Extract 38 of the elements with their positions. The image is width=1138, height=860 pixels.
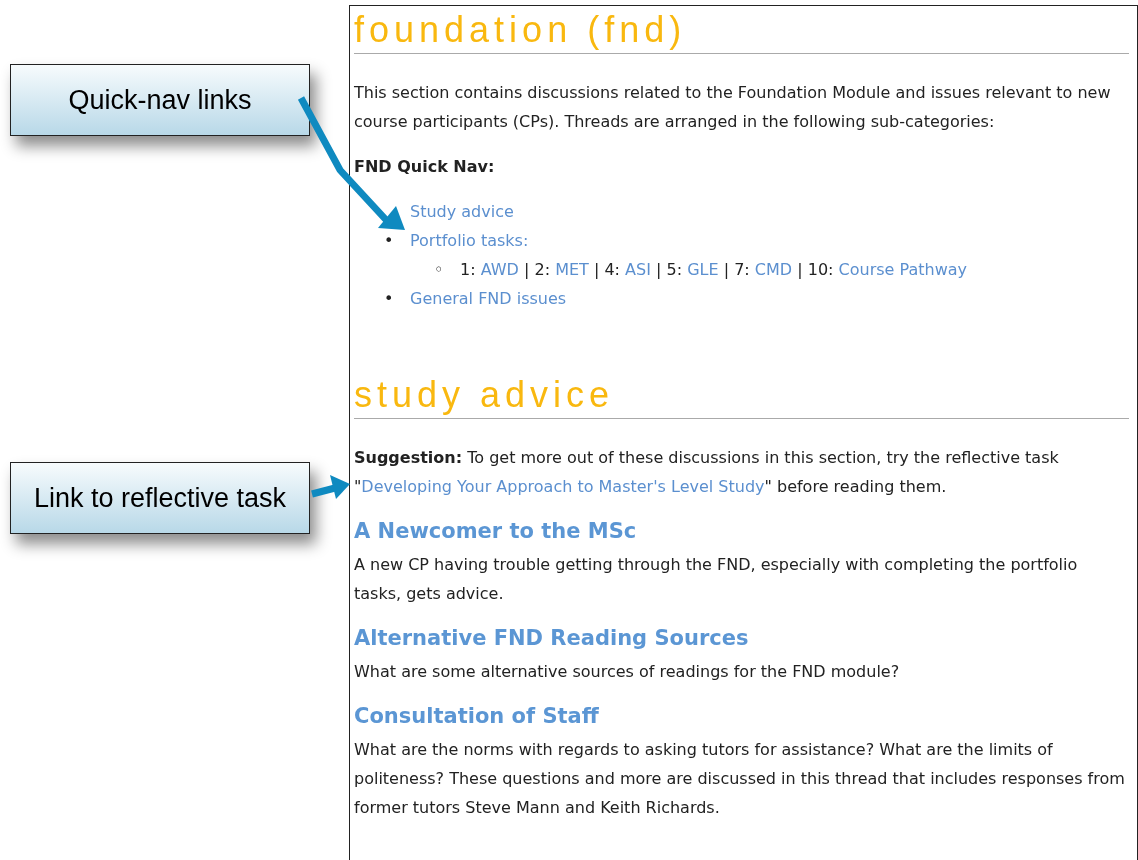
nav-text: 10: [807, 260, 834, 279]
reflective-task-link[interactable]: Developing Your Approach to Master's Level Study [361, 477, 765, 496]
nav-text: | [797, 260, 803, 279]
nav-text: | [524, 260, 530, 279]
list-bullet: • [384, 231, 394, 250]
nav-text: | [723, 260, 730, 279]
intro-paragraph: This section contains discussions related to the Foundation Module and issues relevant to new course participants (CPs). Threads are arranged in the following sub-categories: [354, 82, 1112, 133]
nav-text: 2: [534, 260, 551, 279]
thread-link[interactable]: A Newcomer to the MSc [354, 517, 637, 545]
thread-description: A new CP having trouble getting through the FND, especially with completing the portfolio tasks, gets advice. [354, 554, 1079, 605]
section-heading: foundation (fnd) [354, 10, 1129, 54]
suggestion-paragraph: Suggestion: To get more out of these discussions in this section, try the reflective task "Developing Your Approach to Master's Level Study" before reading them. [354, 447, 1060, 498]
nav-text: | [656, 260, 662, 279]
nav-link[interactable]: AWD [480, 260, 519, 279]
nav-text: | [593, 260, 600, 279]
section-heading: study advice [354, 375, 1129, 419]
nav-link[interactable]: General FND issues [410, 289, 567, 308]
thread-link[interactable]: Alternative FND Reading Sources [354, 624, 749, 652]
nav-link[interactable]: GLE [687, 260, 719, 279]
nav-link[interactable]: Course Pathway [838, 260, 967, 279]
nav-text: 7: [734, 260, 750, 279]
arrow [311, 475, 350, 499]
list-bullet: ◦ [434, 260, 444, 279]
nav-link[interactable]: Portfolio tasks: [410, 231, 529, 250]
callout-label: Link to reflective task [10, 462, 310, 534]
callout-label: Quick-nav links [10, 64, 310, 136]
thread-link[interactable]: Consultation of Staff [354, 702, 599, 730]
nav-text: 5: [666, 260, 683, 279]
thread-description: What are some alternative sources of readings for the FND module? [354, 661, 901, 683]
nav-link[interactable]: ASI [625, 260, 651, 279]
nav-text: 4: [604, 260, 620, 279]
quick-nav-heading: FND Quick Nav: [354, 157, 495, 176]
nav-text: 1: [460, 260, 476, 279]
nav-link[interactable]: CMD [754, 260, 793, 279]
nav-link[interactable]: MET [555, 260, 589, 279]
thread-description: What are the norms with regards to asking tutors for assistance? What are the limits of politeness? These questions and more are discussed in this thread that includes responses from former tutors Steve Mann and Keith Richards. [354, 739, 1126, 819]
list-bullet: • [384, 289, 394, 308]
nav-link[interactable]: Study advice [410, 202, 514, 221]
